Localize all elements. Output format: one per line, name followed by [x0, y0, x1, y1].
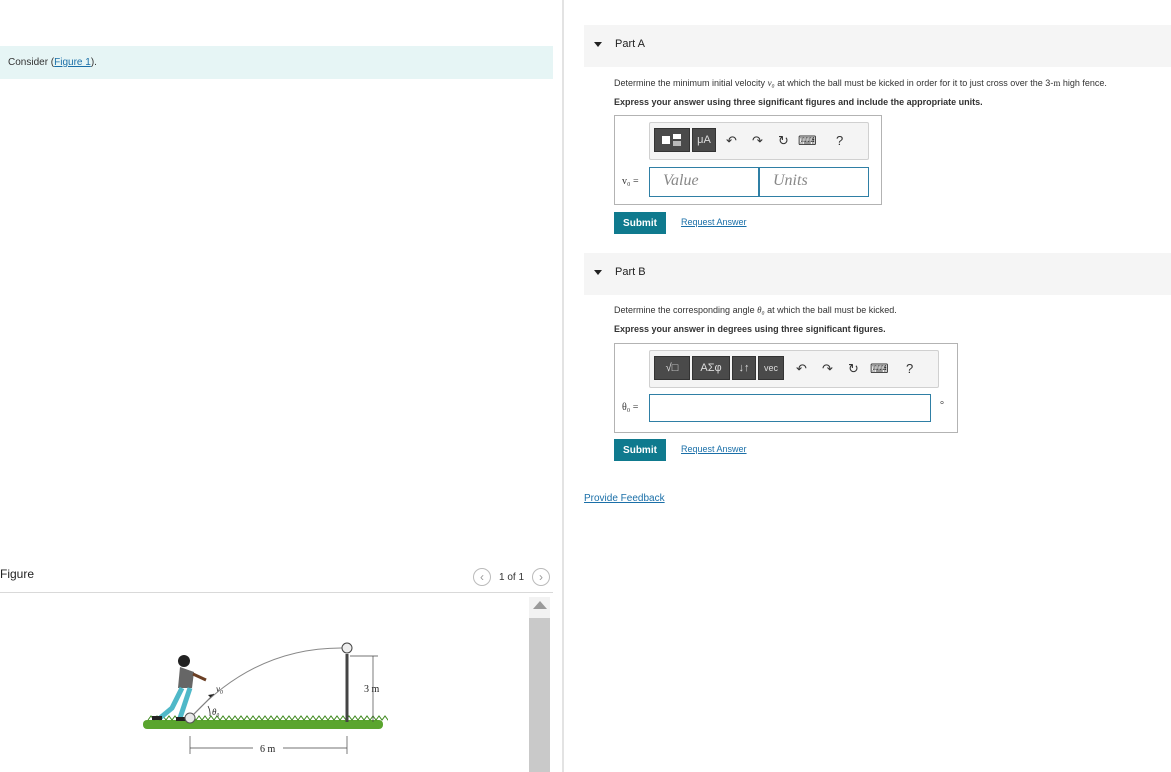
part-a-header[interactable]: Part A	[584, 25, 1171, 67]
part-b-answer-box: √□ ΑΣφ ↓↑ vec ↶ ↷ ↻ ⌨ ? θ₀ = °	[614, 343, 958, 433]
part-a-label: Part A	[615, 38, 645, 50]
vector-button[interactable]: vec	[758, 356, 784, 380]
part-b-toolbar: √□ ΑΣφ ↓↑ vec ↶ ↷ ↻ ⌨ ?	[649, 350, 939, 388]
reset-icon[interactable]: ↻	[848, 361, 859, 377]
consider-prefix: Consider (	[8, 57, 55, 68]
figure-title: Figure	[0, 567, 35, 581]
templates-button[interactable]: √□	[654, 356, 690, 380]
help-icon[interactable]: ?	[836, 133, 843, 148]
theta0-label: θ₀	[212, 707, 220, 717]
part-a-question: Determine the minimum initial velocity v…	[614, 78, 1107, 88]
value-input[interactable]: Value	[649, 167, 759, 197]
part-a-instruction: Express your answer using three signific…	[614, 97, 983, 107]
height-label: 3 m	[364, 684, 380, 695]
part-a-submit-button[interactable]: Submit	[614, 212, 666, 234]
redo-icon[interactable]: ↷	[822, 361, 833, 377]
help-icon[interactable]: ?	[906, 361, 913, 376]
question-text: at which the ball must be kicked.	[764, 305, 897, 315]
degree-unit: °	[940, 400, 944, 411]
part-b-instruction: Express your answer in degrees using thr…	[614, 324, 886, 334]
chevron-right-icon: ›	[539, 570, 544, 584]
question-text: at which the ball must be kicked in orde…	[774, 78, 1054, 88]
question-text: Determine the corresponding angle	[614, 305, 758, 315]
collapse-caret-icon[interactable]	[594, 270, 602, 275]
units-input[interactable]: Units	[759, 167, 869, 197]
redo-icon[interactable]: ↷	[752, 133, 763, 149]
reset-icon[interactable]: ↻	[778, 133, 789, 149]
left-panel: Consider (Figure 1). Figure ‹ 1 of 1 › v…	[0, 0, 562, 772]
part-a-variable-label: v₀ =	[622, 176, 639, 187]
player-figure	[152, 655, 207, 721]
part-b-submit-button[interactable]: Submit	[614, 439, 666, 461]
figure-link[interactable]: Figure 1	[54, 57, 91, 68]
part-a-toolbar: μA ↶ ↷ ↻ ⌨ ?	[649, 122, 869, 160]
trajectory-path	[193, 647, 347, 715]
question-variable: v₀	[767, 78, 775, 88]
figure-divider	[0, 592, 553, 593]
collapse-caret-icon[interactable]	[594, 42, 602, 47]
figure-pagination: ‹ 1 of 1 ›	[473, 568, 551, 586]
units-button[interactable]: μA	[692, 128, 716, 152]
chevron-left-icon: ‹	[480, 570, 484, 584]
scroll-up-arrow-icon[interactable]	[533, 601, 547, 609]
ball	[184, 712, 196, 724]
right-panel: Part A Determine the minimum initial vel…	[564, 0, 1171, 772]
keyboard-icon[interactable]: ⌨	[798, 133, 817, 149]
next-figure-button[interactable]: ›	[532, 568, 551, 586]
distance-label: 6 m	[260, 744, 276, 755]
greek-symbols-button[interactable]: ΑΣφ	[692, 356, 730, 380]
prev-figure-button[interactable]: ‹	[473, 568, 491, 586]
undo-icon[interactable]: ↶	[796, 361, 807, 377]
projectile-figure: v₀ θ₀ 3 m 6 m	[143, 642, 388, 755]
provide-feedback-link[interactable]: Provide Feedback	[584, 493, 665, 504]
part-b-variable-label: θ₀ =	[622, 402, 639, 413]
part-b-question: Determine the corresponding angle θ₀ at …	[614, 305, 897, 315]
undo-icon[interactable]: ↶	[726, 133, 737, 149]
arrows-button[interactable]: ↓↑	[732, 356, 756, 380]
question-variable: θ₀	[757, 305, 765, 315]
question-text: Determine the minimum initial velocity	[614, 78, 768, 88]
part-a-answer-box: μA ↶ ↷ ↻ ⌨ ? v₀ = Value Units	[614, 115, 882, 205]
fence-top-ball	[341, 642, 353, 654]
part-b-header[interactable]: Part B	[584, 253, 1171, 295]
part-b-request-answer-link[interactable]: Request Answer	[681, 444, 747, 454]
part-a-request-answer-link[interactable]: Request Answer	[681, 217, 747, 227]
figure-page-count: 1 of 1	[499, 571, 525, 583]
consider-suffix: ).	[90, 57, 97, 68]
problem-statement: Consider (Figure 1).	[0, 46, 553, 79]
question-text: high fence.	[1060, 78, 1107, 88]
templates-button[interactable]	[654, 128, 690, 152]
angle-input[interactable]	[649, 394, 931, 422]
templates-icon	[662, 134, 681, 146]
scrollbar-thumb[interactable]	[529, 618, 550, 772]
keyboard-icon[interactable]: ⌨	[870, 361, 889, 377]
part-b-label: Part B	[615, 266, 646, 278]
